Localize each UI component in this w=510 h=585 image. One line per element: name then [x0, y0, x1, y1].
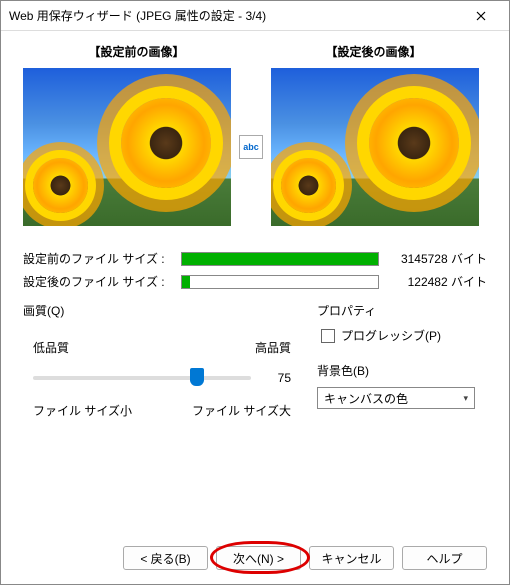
quality-group-label: 画質(Q) [23, 302, 301, 319]
compare-icon[interactable]: abc [239, 135, 263, 159]
size-before-row: 設定前のファイル サイズ : 3145728 バイト [23, 250, 487, 267]
preview-after: 【設定後の画像】 [260, 43, 487, 68]
quality-slider[interactable] [33, 366, 251, 390]
chevron-down-icon: ▾ [463, 393, 468, 404]
filesize-labels: ファイル サイズ小 ファイル サイズ大 [33, 402, 291, 419]
sunflower-icon [281, 158, 336, 213]
wizard-window: Web 用保存ウィザード (JPEG 属性の設定 - 3/4) 【設定前の画像】… [0, 0, 510, 585]
slider-thumb[interactable] [190, 368, 204, 386]
progressive-row[interactable]: プログレッシブ(P) [317, 327, 487, 344]
low-quality-label: 低品質 [33, 339, 69, 356]
help-button[interactable]: ヘルプ [402, 546, 487, 570]
image-before [23, 68, 231, 226]
size-after-label: 設定後のファイル サイズ : [23, 273, 173, 290]
quality-labels: 低品質 高品質 [33, 339, 291, 356]
bgcolor-value: キャンバスの色 [324, 390, 408, 407]
sunflower-icon [369, 98, 459, 188]
size-after-row: 設定後のファイル サイズ : 122482 バイト [23, 273, 487, 290]
preview-images: abc [23, 68, 487, 226]
size-after-bar [181, 275, 379, 289]
cancel-button[interactable]: キャンセル [309, 546, 394, 570]
close-icon [476, 11, 486, 21]
sunflower-icon [33, 158, 88, 213]
lower-section: 画質(Q) 低品質 高品質 75 ファイル サイズ小 [23, 302, 487, 423]
button-bar: < 戻る(B) 次へ(N) > キャンセル ヘルプ [1, 546, 509, 570]
filesize-section: 設定前のファイル サイズ : 3145728 バイト 設定後のファイル サイズ … [23, 250, 487, 290]
progressive-checkbox[interactable] [321, 329, 335, 343]
spacer [23, 546, 115, 570]
quality-inner: 低品質 高品質 75 ファイル サイズ小 ファイル サイズ大 [23, 327, 301, 423]
close-button[interactable] [461, 2, 501, 30]
size-after-value: 122482 バイト [387, 273, 487, 290]
sunflower-icon [121, 98, 211, 188]
progressive-label: プログレッシブ(P) [341, 327, 441, 344]
high-quality-label: 高品質 [255, 339, 291, 356]
after-label: 【設定後の画像】 [260, 43, 487, 60]
preview-before: 【設定前の画像】 [23, 43, 250, 68]
bgcolor-label: 背景色(B) [317, 362, 487, 379]
size-before-value: 3145728 バイト [387, 250, 487, 267]
back-button[interactable]: < 戻る(B) [123, 546, 208, 570]
content-area: 【設定前の画像】 【設定後の画像】 abc 設定前のファイル サイズ : 314… [1, 31, 509, 435]
size-before-label: 設定前のファイル サイズ : [23, 250, 173, 267]
quality-group: 画質(Q) 低品質 高品質 75 ファイル サイズ小 [23, 302, 301, 423]
titlebar: Web 用保存ウィザード (JPEG 属性の設定 - 3/4) [1, 1, 509, 31]
next-button[interactable]: 次へ(N) > [216, 546, 301, 570]
property-group: プロパティ プログレッシブ(P) 背景色(B) キャンバスの色 ▾ [317, 302, 487, 423]
quality-slider-row: 75 [33, 366, 291, 390]
slider-track [33, 376, 251, 380]
before-label: 【設定前の画像】 [23, 43, 250, 60]
next-wrap: 次へ(N) > [216, 546, 301, 570]
quality-value: 75 [261, 371, 291, 385]
fs-large-label: ファイル サイズ大 [192, 402, 291, 419]
size-before-bar [181, 252, 379, 266]
fs-small-label: ファイル サイズ小 [33, 402, 132, 419]
size-after-fill [182, 276, 190, 288]
preview-row: 【設定前の画像】 【設定後の画像】 [23, 43, 487, 68]
window-title: Web 用保存ウィザード (JPEG 属性の設定 - 3/4) [9, 7, 461, 24]
bgcolor-select[interactable]: キャンバスの色 ▾ [317, 387, 475, 409]
image-after [271, 68, 479, 226]
property-group-label: プロパティ [317, 302, 487, 319]
size-before-fill [182, 253, 378, 265]
